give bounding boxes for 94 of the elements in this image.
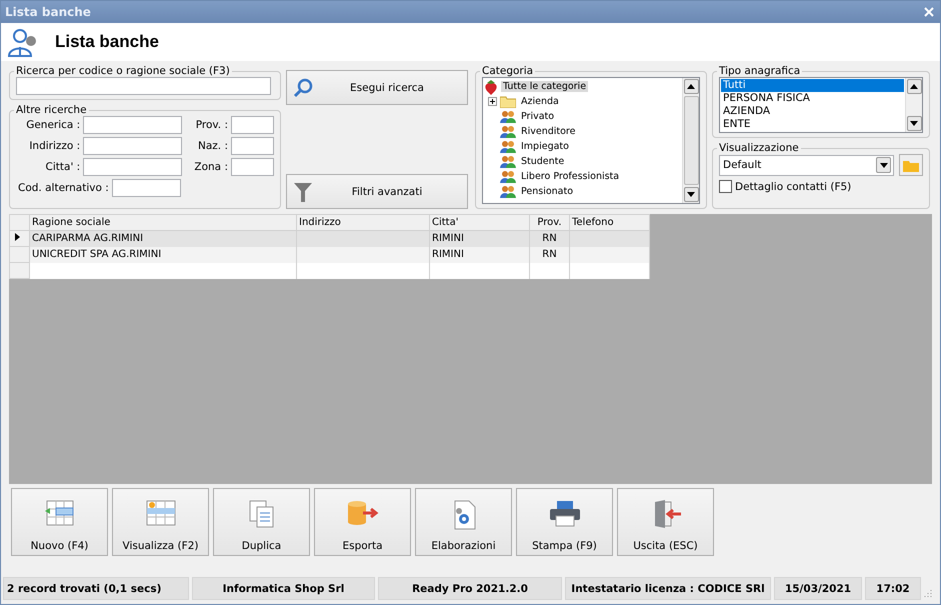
field-label: Cod. alternativo :	[18, 182, 110, 194]
table-arrow-icon	[42, 499, 76, 527]
scrollbar[interactable]	[682, 78, 699, 203]
tree-item[interactable]: Impiegato	[519, 141, 571, 152]
tree-item[interactable]: Azienda	[519, 96, 561, 107]
people-icon	[500, 155, 516, 168]
status-panel: Intestatario licenza : CODICE SRl	[565, 577, 771, 600]
input-field[interactable]	[231, 116, 274, 134]
scroll-down-icon	[910, 121, 918, 126]
table-cell: CARIPARMA AG.RIMINI	[30, 230, 296, 246]
search-button[interactable]: Esegui ricerca	[286, 70, 468, 105]
group-label: Visualizzazione	[718, 142, 800, 154]
group-label: Categoria	[481, 65, 534, 77]
view-dropdown[interactable]: Default	[719, 154, 894, 176]
list-item[interactable]: Tutti	[721, 79, 904, 92]
tree-item[interactable]: Privato	[519, 111, 556, 122]
table-cell: RIMINI	[430, 246, 530, 262]
dropdown-arrow-icon	[880, 162, 888, 168]
scroll-up-icon	[910, 84, 918, 89]
search-field[interactable]	[16, 77, 271, 95]
toolbar-button[interactable]: Elaborazioni	[415, 488, 512, 556]
printer-icon	[548, 499, 582, 527]
table-cell: RN	[530, 230, 570, 246]
group-label: Altre ricerche	[15, 104, 88, 116]
list-item[interactable]: ENTE	[721, 118, 904, 131]
field-label: Citta' :	[44, 161, 82, 173]
folder-icon	[903, 158, 919, 172]
row-header	[10, 214, 30, 230]
people-icon	[500, 170, 516, 183]
filter-button[interactable]: Filtri avanzati	[286, 174, 468, 209]
column-header[interactable]: Telefono	[570, 214, 650, 230]
column-header[interactable]: Citta'	[430, 214, 530, 230]
tree-item[interactable]: Rivenditore	[519, 126, 578, 137]
field-label: Prov. :	[194, 119, 229, 131]
table-star-icon	[144, 499, 178, 527]
tree-item[interactable]: Pensionato	[519, 186, 576, 197]
checkbox-label: Dettaglio contatti (F5)	[735, 180, 852, 192]
tree-item[interactable]: Studente	[519, 156, 566, 167]
toolbar-button[interactable]: Nuovo (F4)	[11, 488, 108, 556]
funnel-icon	[293, 180, 313, 202]
table-cell: RIMINI	[430, 230, 530, 246]
table-cell: UNICREDIT SPA AG.RIMINI	[30, 246, 296, 262]
people-icon	[500, 110, 516, 123]
strawberry-icon	[484, 78, 498, 94]
column-header[interactable]: Prov.	[530, 214, 570, 230]
people-icon	[500, 185, 516, 198]
input-field[interactable]	[231, 137, 274, 155]
toolbar-button[interactable]: Stampa (F9)	[516, 488, 613, 556]
field-label: Zona :	[193, 161, 229, 173]
input-field[interactable]	[83, 158, 182, 176]
status-panel: Ready Pro 2021.2.0	[378, 577, 562, 600]
field-label: Indirizzo :	[28, 140, 82, 152]
person-icon	[7, 27, 37, 57]
status-panel: 15/03/2021	[774, 577, 862, 600]
close-button[interactable]	[924, 7, 934, 17]
toolbar-button[interactable]: Esporta	[314, 488, 411, 556]
current-row-icon	[15, 233, 20, 241]
folder-button[interactable]	[899, 154, 923, 176]
status-panel: 2 record trovati (0,1 secs)	[3, 577, 189, 600]
status-panel: Informatica Shop Srl	[192, 577, 375, 600]
column-header[interactable]: Ragione sociale	[30, 214, 296, 230]
window-title: Lista banche	[5, 5, 91, 19]
close-icon	[924, 7, 934, 17]
list-item[interactable]: AZIENDA	[721, 105, 904, 118]
list-item[interactable]: PERSONA FISICA	[721, 92, 904, 105]
scrollbar[interactable]	[905, 78, 922, 132]
people-icon	[500, 125, 516, 138]
page-title: Lista banche	[55, 32, 159, 52]
documents-icon	[246, 499, 276, 529]
field-label: Naz. :	[196, 140, 229, 152]
toolbar-button[interactable]: Visualizza (F2)	[112, 488, 209, 556]
tree-item[interactable]: Libero Professionista	[519, 171, 622, 182]
resize-grip-icon	[924, 589, 932, 597]
status-panel: 17:02	[865, 577, 921, 600]
checkbox[interactable]	[719, 180, 732, 193]
expand-icon[interactable]	[488, 97, 497, 106]
toolbar-button[interactable]: Uscita (ESC)	[617, 488, 714, 556]
toolbar-button[interactable]: Duplica	[213, 488, 310, 556]
input-field[interactable]	[112, 179, 181, 197]
search-icon	[293, 78, 313, 98]
group-label: Ricerca per codice o ragione sociale (F3)	[15, 65, 231, 77]
field-label: Generica :	[25, 119, 82, 131]
table-cell: RN	[530, 246, 570, 262]
people-icon	[500, 140, 516, 153]
input-field[interactable]	[83, 116, 182, 134]
row-header[interactable]	[10, 230, 30, 246]
input-field[interactable]	[83, 137, 182, 155]
folder-icon	[500, 95, 516, 108]
tree-item[interactable]: Tutte le categorie	[501, 81, 588, 92]
scroll-down-icon	[687, 192, 695, 197]
scroll-up-icon	[687, 84, 695, 89]
group-label: Tipo anagrafica	[718, 65, 802, 77]
column-header[interactable]: Indirizzo	[296, 214, 430, 230]
input-field[interactable]	[231, 158, 274, 176]
